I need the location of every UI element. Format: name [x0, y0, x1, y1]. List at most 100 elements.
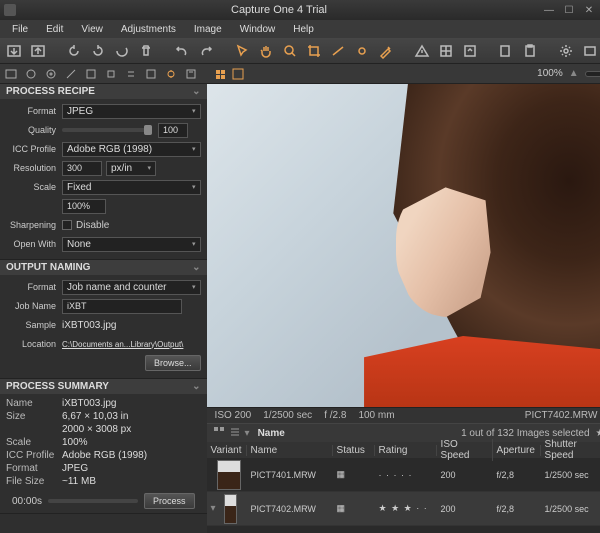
row-aperture: f/2,8 [493, 504, 541, 514]
menu-edit[interactable]: Edit [38, 22, 71, 37]
row-shutter: 1/2500 sec [541, 504, 600, 514]
browse-button[interactable]: Browse... [145, 355, 201, 371]
undo-icon[interactable] [174, 42, 190, 60]
copy-adj-icon[interactable] [498, 42, 514, 60]
scale-select[interactable]: Fixed▾ [62, 180, 201, 195]
view-single-icon[interactable] [213, 67, 227, 81]
focus-tab-icon[interactable] [84, 67, 98, 81]
adjust-tab-icon[interactable] [124, 67, 138, 81]
library-tab-icon[interactable] [4, 67, 18, 81]
crop-icon[interactable] [306, 42, 322, 60]
sum-px-value: 2000 × 3008 px [62, 424, 201, 435]
browser-list-icon[interactable] [229, 426, 241, 441]
trash-icon[interactable] [138, 42, 154, 60]
table-row[interactable]: ▾ PICT7402.MRW ▦ ★ ★ ★ · · 200 f/2,8 1/2… [207, 492, 600, 526]
menu-file[interactable]: File [4, 22, 36, 37]
format-select[interactable]: JPEG▾ [62, 104, 201, 119]
viewer: 100% ▲ ▲ ISO 200 1/2500 sec f /2.8 100 m… [207, 64, 600, 533]
row-rating[interactable]: · · · · · [375, 470, 437, 480]
quality-input[interactable]: 100 [158, 123, 188, 138]
col-status[interactable]: Status [333, 445, 375, 456]
capture-tab-icon[interactable] [24, 67, 38, 81]
straighten-icon[interactable] [330, 42, 346, 60]
sort-dropdown[interactable]: ▾ [245, 428, 250, 439]
zoom-person-icon[interactable]: ▲ [569, 68, 579, 79]
paste-adj-icon[interactable] [522, 42, 538, 60]
sum-format-label: Format [6, 463, 62, 474]
menu-adjustments[interactable]: Adjustments [113, 22, 184, 37]
summary-title: PROCESS SUMMARY [6, 381, 109, 392]
close-button[interactable]: ✕ [582, 4, 596, 16]
jobname-input[interactable]: iXBT [62, 299, 182, 314]
rotate-left-icon[interactable] [66, 42, 82, 60]
row-rating[interactable]: ★ ★ ★ · · [375, 503, 437, 514]
batch-tab-icon[interactable] [184, 67, 198, 81]
reset-icon[interactable] [114, 42, 130, 60]
maximize-button[interactable]: ☐ [562, 4, 576, 16]
scale-pct-input[interactable]: 100% [62, 199, 106, 214]
warning-icon[interactable] [414, 42, 430, 60]
col-rating[interactable]: Rating [375, 445, 437, 456]
spot-icon[interactable] [354, 42, 370, 60]
details-tab-icon[interactable] [104, 67, 118, 81]
zoom-icon[interactable] [282, 42, 298, 60]
settings-icon[interactable] [558, 42, 574, 60]
output-icon[interactable] [30, 42, 46, 60]
col-variant[interactable]: Variant [207, 445, 247, 456]
quality-slider[interactable] [62, 128, 152, 132]
redo-icon[interactable] [198, 42, 214, 60]
cursor-icon[interactable] [234, 42, 250, 60]
info-shutter: 1/2500 sec [263, 410, 312, 421]
zoom-slider[interactable] [585, 71, 600, 77]
col-iso[interactable]: ISO Speed [437, 439, 493, 461]
slideshow-icon[interactable] [582, 42, 598, 60]
naming-title: OUTPUT NAMING [6, 262, 90, 273]
exposure-tab-icon[interactable] [64, 67, 78, 81]
filter-stars[interactable]: ★★★ · · [596, 428, 600, 439]
sort-label: Name [258, 428, 285, 439]
col-aperture[interactable]: Aperture [493, 445, 541, 456]
col-shutter[interactable]: Shutter Speed [541, 439, 600, 461]
color-tab-icon[interactable] [44, 67, 58, 81]
menu-image[interactable]: Image [186, 22, 230, 37]
app-icon [4, 4, 16, 16]
table-row[interactable]: PICT7401.MRW ▦ · · · · · 200 f/2,8 1/250… [207, 458, 600, 492]
col-name[interactable]: Name [247, 445, 333, 456]
selection-count: 1 out of 132 Images selected [461, 428, 589, 439]
sum-icc-value: Adobe RGB (1998) [62, 450, 201, 461]
output-naming-panel: OUTPUT NAMING⌄ FormatJob name and counte… [0, 260, 207, 379]
window-title: Capture One 4 Trial [16, 4, 542, 16]
menu-bar: File Edit View Adjustments Image Window … [0, 20, 600, 38]
picker-icon[interactable] [378, 42, 394, 60]
output-tab-icon[interactable] [164, 67, 178, 81]
image-viewer[interactable] [207, 84, 600, 407]
import-icon[interactable] [6, 42, 22, 60]
view-multi-icon[interactable] [231, 67, 245, 81]
browser-view-icon[interactable] [213, 426, 225, 441]
rotate-right-icon[interactable] [90, 42, 106, 60]
collapse-icon[interactable]: ⌄ [192, 86, 200, 97]
meta-tab-icon[interactable] [144, 67, 158, 81]
menu-window[interactable]: Window [232, 22, 284, 37]
resolution-unit-select[interactable]: px/in▾ [106, 161, 156, 176]
openwith-select[interactable]: None▾ [62, 237, 201, 252]
naming-format-select[interactable]: Job name and counter▾ [62, 280, 201, 295]
menu-view[interactable]: View [73, 22, 111, 37]
icc-select[interactable]: Adobe RGB (1998)▾ [62, 142, 201, 157]
scale-label: Scale [6, 182, 62, 192]
row-iso: 200 [437, 504, 493, 514]
resolution-input[interactable]: 300 [62, 161, 102, 176]
sharpen-checkbox[interactable]: Disable [62, 220, 201, 231]
minimize-button[interactable]: — [542, 4, 556, 16]
expand-icon[interactable]: ▾ [211, 503, 216, 514]
hand-icon[interactable] [258, 42, 274, 60]
process-button[interactable]: Process [144, 493, 195, 509]
menu-help[interactable]: Help [285, 22, 322, 37]
collapse-icon[interactable]: ⌄ [192, 262, 200, 273]
progress-bar [48, 499, 138, 503]
collapse-icon[interactable]: ⌄ [192, 381, 200, 392]
export-icon[interactable] [462, 42, 478, 60]
sum-size-label: Size [6, 411, 62, 422]
grid-icon[interactable] [438, 42, 454, 60]
location-value: C:\Documents an...Library\Output\ [62, 340, 201, 349]
